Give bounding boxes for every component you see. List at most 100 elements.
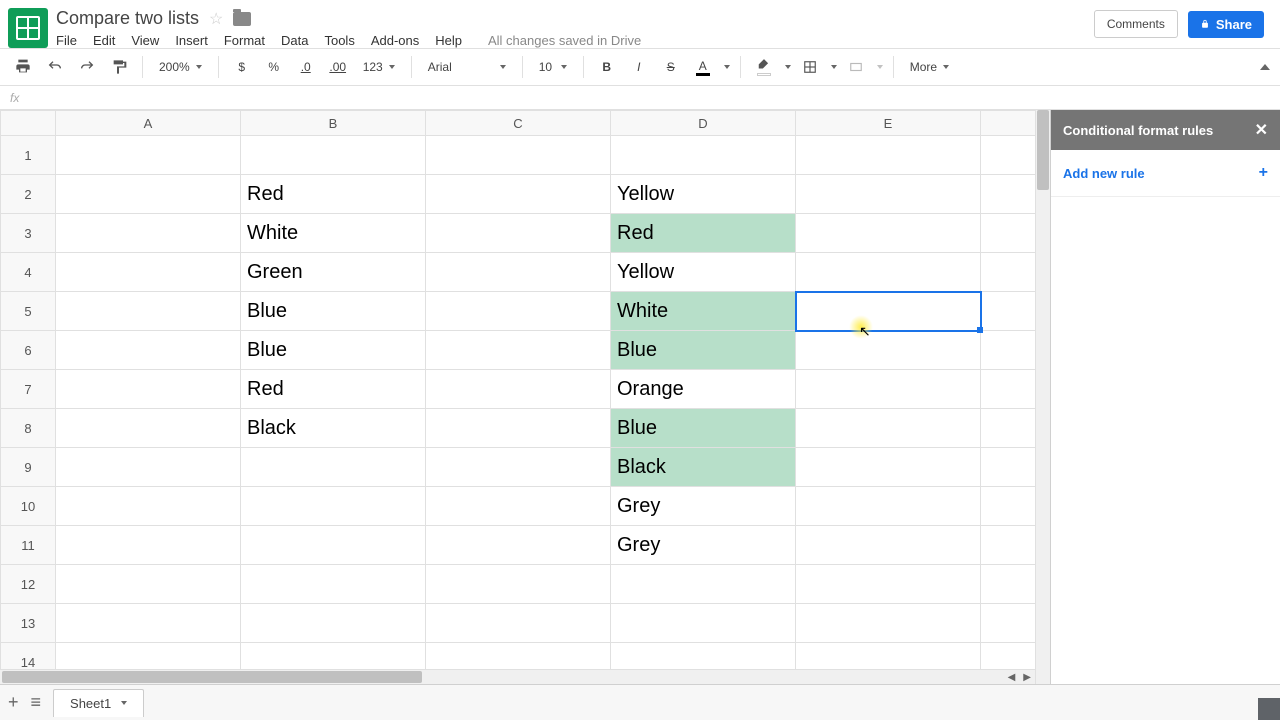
add-sheet-button[interactable]: + <box>8 692 19 713</box>
paint-format-icon[interactable] <box>106 54 132 80</box>
merge-dropdown-icon[interactable] <box>877 65 883 69</box>
scroll-right-icon[interactable]: ▶ <box>1023 672 1031 683</box>
merge-icon[interactable] <box>843 54 869 80</box>
cell[interactable]: Yellow <box>611 175 796 214</box>
cell[interactable] <box>426 487 611 526</box>
cell[interactable] <box>611 136 796 175</box>
cell[interactable] <box>796 175 981 214</box>
undo-icon[interactable] <box>42 54 68 80</box>
all-sheets-button[interactable]: ≡ <box>31 692 42 713</box>
cell[interactable] <box>56 487 241 526</box>
doc-title[interactable]: Compare two lists <box>56 8 199 29</box>
cell[interactable]: Blue <box>241 292 426 331</box>
cell[interactable] <box>241 604 426 643</box>
row-header[interactable]: 5 <box>1 292 56 331</box>
cell[interactable] <box>241 136 426 175</box>
menu-data[interactable]: Data <box>281 33 308 48</box>
cell[interactable] <box>426 448 611 487</box>
row-header[interactable]: 12 <box>1 565 56 604</box>
cell[interactable] <box>981 136 1041 175</box>
text-color-icon[interactable]: A <box>690 54 716 80</box>
cell[interactable]: Blue <box>241 331 426 370</box>
comments-button[interactable]: Comments <box>1094 10 1178 38</box>
cell[interactable] <box>56 604 241 643</box>
cell[interactable] <box>796 214 981 253</box>
percent-icon[interactable]: % <box>261 54 287 80</box>
more-toolbar[interactable]: More <box>904 60 955 74</box>
menu-edit[interactable]: Edit <box>93 33 115 48</box>
cell[interactable]: Red <box>611 214 796 253</box>
cell[interactable] <box>981 331 1041 370</box>
cell[interactable] <box>56 136 241 175</box>
cell[interactable]: White <box>241 214 426 253</box>
folder-icon[interactable] <box>233 12 251 26</box>
cell[interactable] <box>56 526 241 565</box>
decrease-decimal-icon[interactable]: .0 <box>293 54 319 80</box>
cell[interactable] <box>981 487 1041 526</box>
row-header[interactable]: 1 <box>1 136 56 175</box>
cell[interactable] <box>426 604 611 643</box>
increase-decimal-icon[interactable]: .00 <box>325 54 351 80</box>
currency-icon[interactable]: $ <box>229 54 255 80</box>
menu-addons[interactable]: Add-ons <box>371 33 419 48</box>
cell[interactable]: White <box>611 292 796 331</box>
star-icon[interactable]: ☆ <box>209 9 223 29</box>
explore-button[interactable] <box>1258 698 1280 720</box>
cell[interactable] <box>796 487 981 526</box>
cell[interactable] <box>56 292 241 331</box>
bold-icon[interactable]: B <box>594 54 620 80</box>
row-header[interactable]: 7 <box>1 370 56 409</box>
add-new-rule-button[interactable]: Add new rule + <box>1051 150 1280 197</box>
collapse-toolbar-icon[interactable] <box>1260 64 1270 70</box>
cell[interactable] <box>56 409 241 448</box>
cell[interactable] <box>796 409 981 448</box>
borders-icon[interactable] <box>797 54 823 80</box>
zoom-select[interactable]: 200% <box>153 60 208 74</box>
cell[interactable]: Red <box>241 370 426 409</box>
cell[interactable] <box>426 253 611 292</box>
row-header[interactable]: 4 <box>1 253 56 292</box>
menu-view[interactable]: View <box>131 33 159 48</box>
cell[interactable] <box>426 292 611 331</box>
menu-help[interactable]: Help <box>435 33 462 48</box>
cell[interactable] <box>981 214 1041 253</box>
cell[interactable] <box>426 214 611 253</box>
cell[interactable] <box>981 253 1041 292</box>
cell[interactable] <box>56 175 241 214</box>
column-header[interactable] <box>981 111 1041 136</box>
cell[interactable]: Green <box>241 253 426 292</box>
text-color-dropdown-icon[interactable] <box>724 65 730 69</box>
cell[interactable] <box>981 565 1041 604</box>
cell[interactable] <box>796 253 981 292</box>
borders-dropdown-icon[interactable] <box>831 65 837 69</box>
cell[interactable] <box>981 526 1041 565</box>
row-header[interactable]: 6 <box>1 331 56 370</box>
font-size-select[interactable]: 10 <box>533 60 573 74</box>
cell[interactable] <box>426 370 611 409</box>
row-header[interactable]: 10 <box>1 487 56 526</box>
cell[interactable]: Blue <box>611 409 796 448</box>
row-header[interactable]: 11 <box>1 526 56 565</box>
cell[interactable] <box>981 292 1041 331</box>
cell[interactable]: Orange <box>611 370 796 409</box>
select-all-cell[interactable] <box>1 111 56 136</box>
cell[interactable] <box>981 604 1041 643</box>
cell[interactable] <box>56 214 241 253</box>
spreadsheet-grid[interactable]: ABCDE12RedYellow3WhiteRed4GreenYellow5Bl… <box>0 110 1050 684</box>
cell[interactable] <box>426 526 611 565</box>
column-header[interactable]: E <box>796 111 981 136</box>
column-header[interactable]: D <box>611 111 796 136</box>
cell[interactable] <box>611 565 796 604</box>
cell[interactable] <box>981 448 1041 487</box>
cell[interactable] <box>56 370 241 409</box>
sheets-logo[interactable] <box>8 8 48 48</box>
vertical-scrollbar[interactable] <box>1035 110 1050 684</box>
strike-icon[interactable]: S <box>658 54 684 80</box>
fill-color-icon[interactable] <box>751 54 777 80</box>
print-icon[interactable] <box>10 54 36 80</box>
menu-format[interactable]: Format <box>224 33 265 48</box>
cell[interactable]: Blue <box>611 331 796 370</box>
cell[interactable] <box>796 526 981 565</box>
column-header[interactable]: B <box>241 111 426 136</box>
cell[interactable]: Red <box>241 175 426 214</box>
